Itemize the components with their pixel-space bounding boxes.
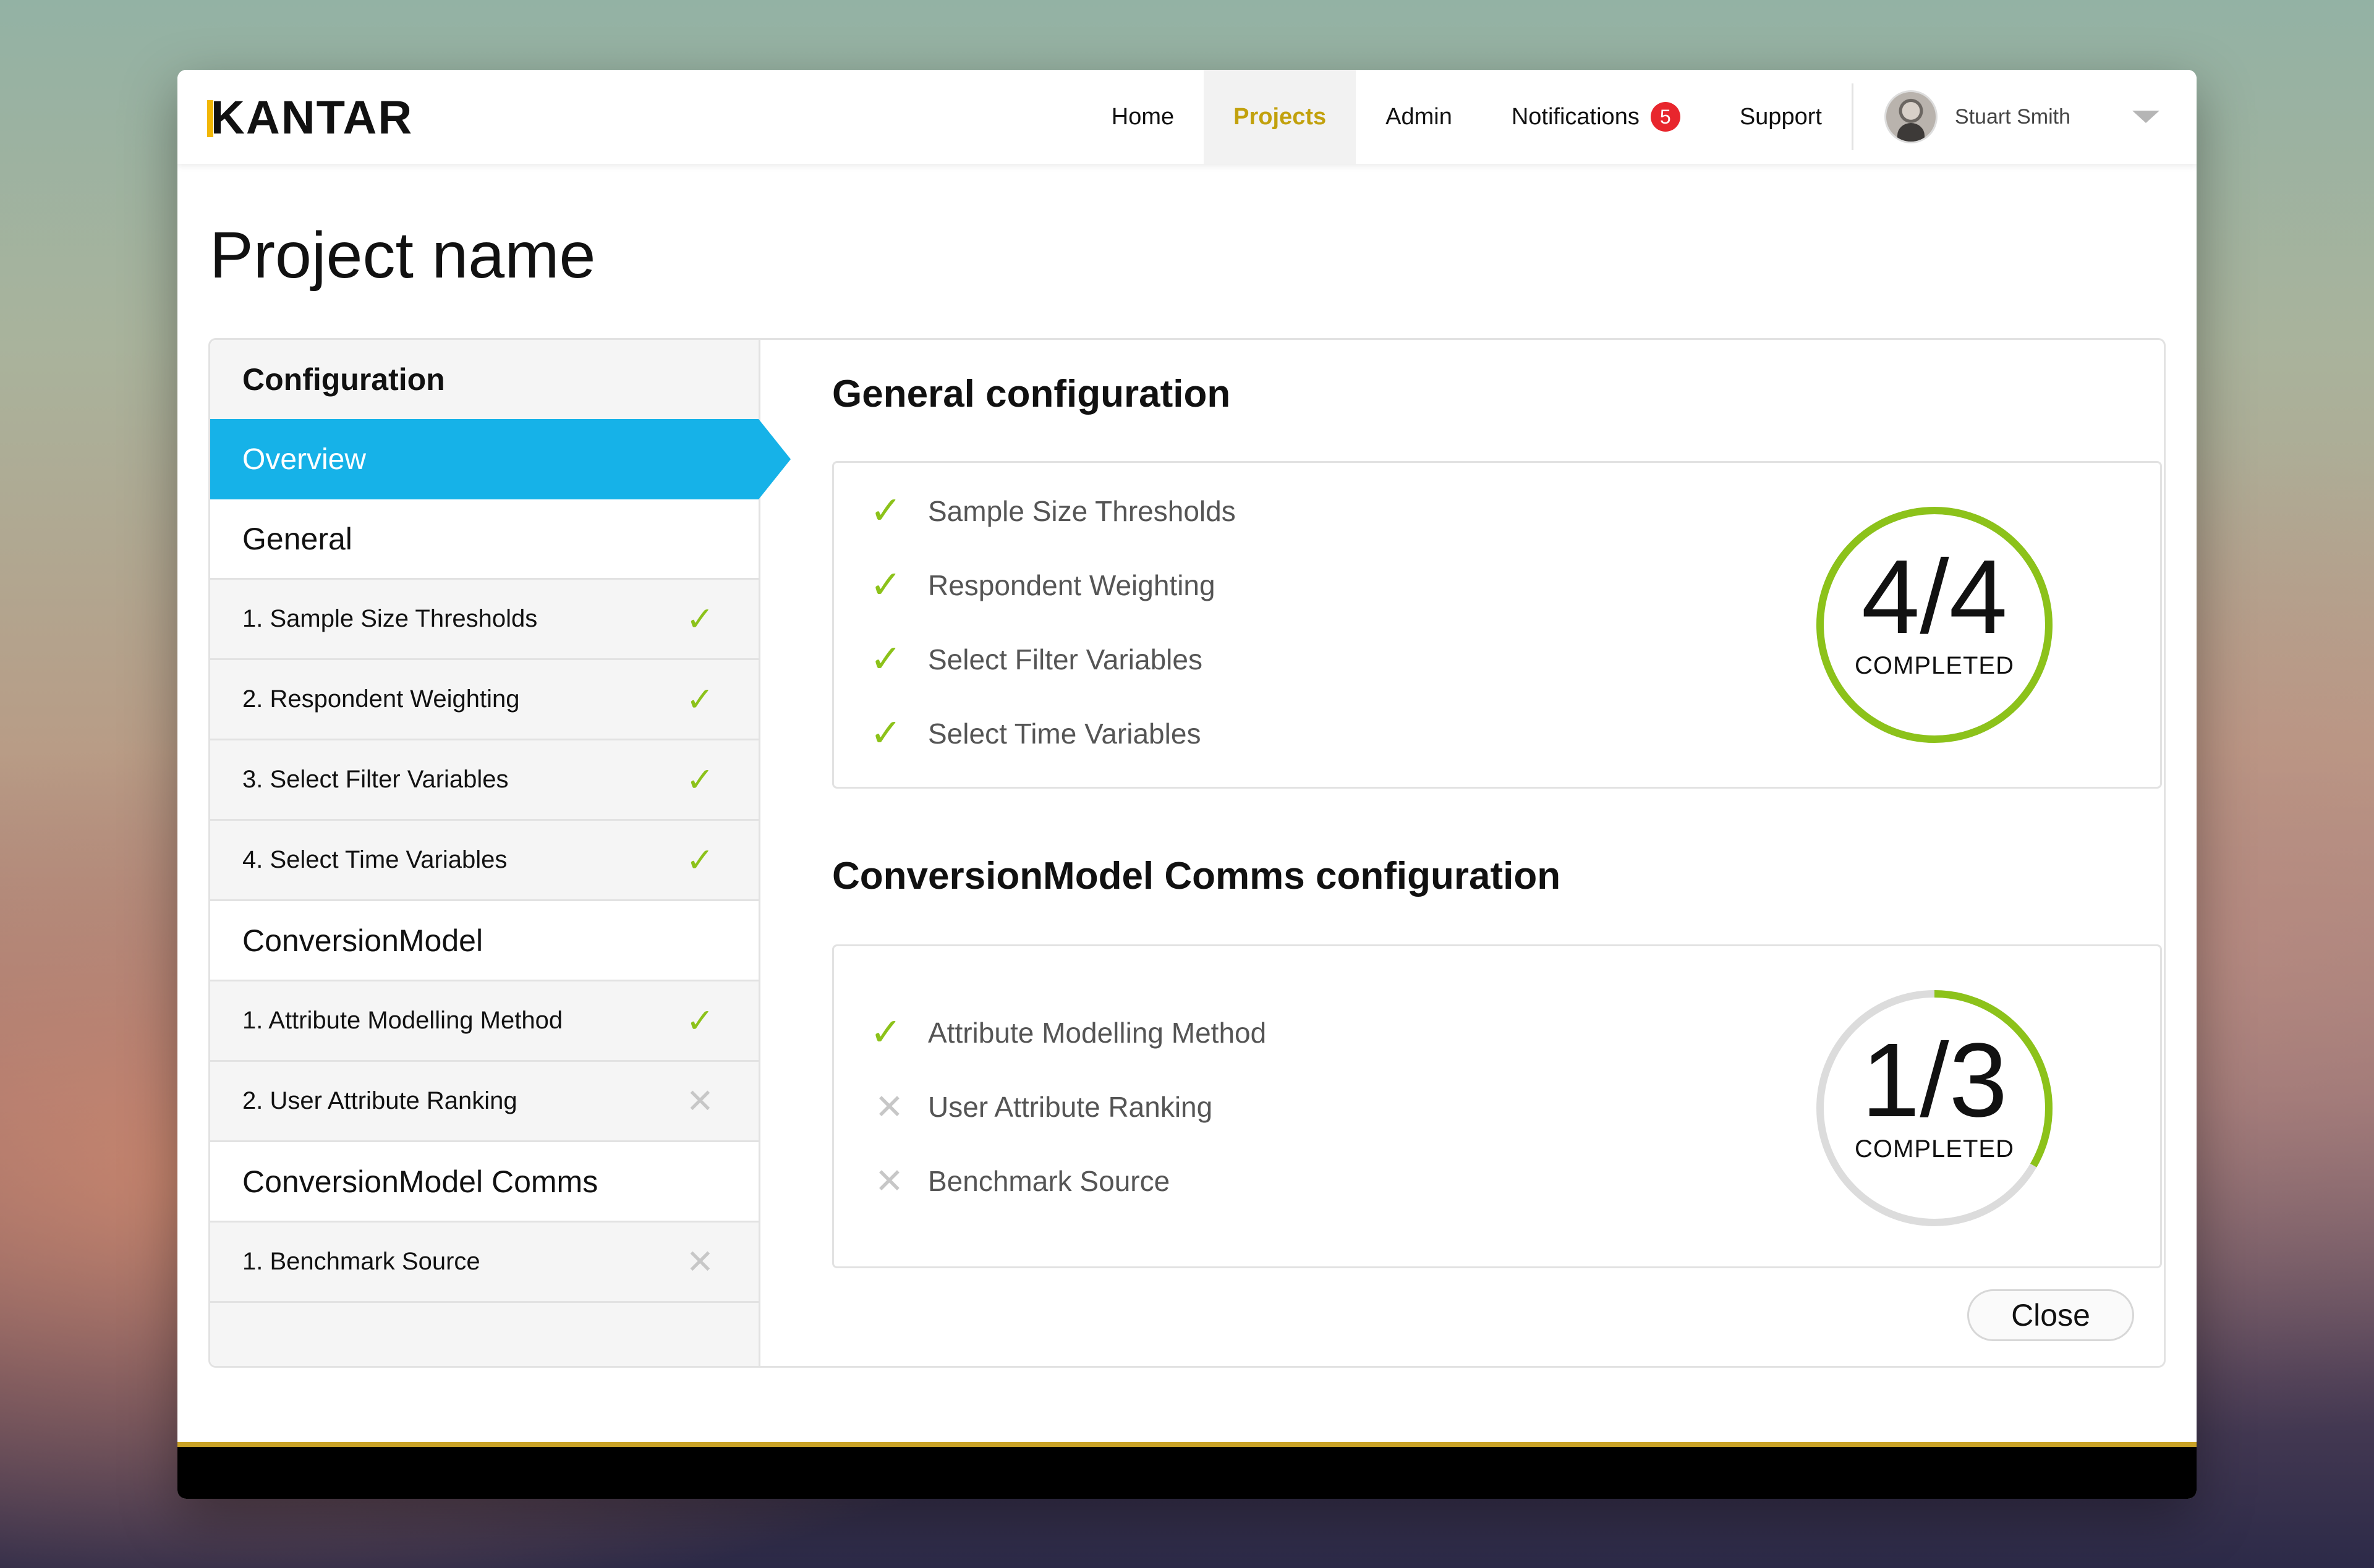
check-icon: ✓: [686, 761, 714, 799]
notification-badge: 5: [1650, 102, 1680, 132]
list-item-label: User Attribute Ranking: [928, 1091, 1213, 1123]
sidebar-item-label: 4. Select Time Variables: [242, 846, 508, 873]
check-icon: ✓: [870, 489, 902, 532]
list-item-label: Attribute Modelling Method: [928, 1017, 1267, 1049]
sidebar-item-select-time-variables[interactable]: 4. Select Time Variables ✓: [210, 821, 759, 901]
main-nav: Home Projects Admin Notifications 5 Supp…: [1082, 70, 2197, 164]
sidebar-item-label: 1. Benchmark Source: [242, 1248, 480, 1275]
check-icon: ✓: [870, 564, 902, 606]
check-icon: ✓: [870, 712, 902, 755]
completed-label: COMPLETED: [1855, 1135, 2014, 1163]
sidebar-item-label: 1. Attribute Modelling Method: [242, 1007, 563, 1034]
list-item-label: Select Time Variables: [928, 718, 1201, 750]
nav-home[interactable]: Home: [1082, 70, 1204, 164]
sidebar-item-label: 3. Select Filter Variables: [242, 766, 509, 793]
sidebar-heading: Configuration: [242, 362, 445, 397]
list-item-label: Respondent Weighting: [928, 569, 1215, 601]
sidebar-item-user-attribute-ranking[interactable]: 2. User Attribute Ranking ✕: [210, 1062, 759, 1142]
sidebar-item-overview[interactable]: Overview: [210, 419, 791, 499]
cross-icon: ✕: [686, 1243, 714, 1281]
section-title-general: General configuration: [832, 373, 1231, 415]
list-item: ✓ Select Time Variables: [870, 697, 1236, 771]
list-item: ✓ Respondent Weighting: [870, 548, 1236, 622]
sidebar-item-label: 2. Respondent Weighting: [242, 685, 520, 713]
sidebar-item-respondent-weighting[interactable]: 2. Respondent Weighting ✓: [210, 660, 759, 740]
general-checklist: ✓ Sample Size Thresholds ✓ Respondent Weig…: [870, 474, 1236, 771]
nav-projects-label: Projects: [1233, 103, 1327, 130]
check-icon: ✓: [870, 1011, 902, 1054]
check-icon: ✓: [686, 600, 714, 638]
sidebar-group-conversionmodel-comms: ConversionModel Comms: [210, 1142, 759, 1223]
nav-home-label: Home: [1111, 103, 1175, 130]
footer-bar: [177, 1442, 2197, 1499]
overview-content: General configuration ✓ Sample Size Thres…: [760, 340, 2164, 1366]
nav-support-label: Support: [1739, 103, 1822, 130]
completed-label: COMPLETED: [1855, 652, 2014, 679]
page-title: Project name: [210, 219, 596, 292]
chevron-down-icon[interactable]: [2132, 111, 2159, 123]
nav-admin[interactable]: Admin: [1356, 70, 1482, 164]
user-menu[interactable]: Stuart Smith: [1853, 70, 2197, 164]
comms-config-card: ✓ Attribute Modelling Method ✕ User Attrib…: [832, 944, 2162, 1268]
sidebar-item-select-filter-variables[interactable]: 3. Select Filter Variables ✓: [210, 740, 759, 821]
list-item: ✕ User Attribute Ranking: [870, 1070, 1266, 1144]
kantar-logo[interactable]: KANTAR: [207, 93, 413, 143]
nav-admin-label: Admin: [1385, 103, 1452, 130]
logo-accent-icon: [207, 100, 213, 137]
comms-checklist: ✓ Attribute Modelling Method ✕ User Attrib…: [870, 996, 1266, 1218]
logo-text: KANTAR: [211, 91, 414, 144]
check-icon: ✓: [686, 1002, 714, 1040]
sidebar-group-general: General: [210, 499, 759, 580]
general-config-card: ✓ Sample Size Thresholds ✓ Respondent Weig…: [832, 461, 2162, 789]
nav-notifications-label: Notifications: [1511, 103, 1640, 130]
completed-count: 1/3: [1861, 1022, 2008, 1139]
list-item-label: Select Filter Variables: [928, 643, 1202, 676]
sidebar-item-label: 2. User Attribute Ranking: [242, 1087, 517, 1114]
check-icon: ✓: [686, 680, 714, 718]
check-icon: ✓: [870, 638, 902, 680]
top-navigation-bar: KANTAR Home Projects Admin Notifications…: [177, 70, 2197, 164]
list-item-label: Benchmark Source: [928, 1165, 1170, 1197]
progress-ring-general: 4/4 COMPLETED: [1811, 501, 2058, 748]
sidebar-item-label: 1. Sample Size Thresholds: [242, 605, 538, 632]
project-config-panel: Configuration Overview General 1. Sample…: [208, 338, 2166, 1368]
list-item: ✓ Attribute Modelling Method: [870, 996, 1266, 1070]
progress-ring-comms: 1/3 COMPLETED: [1811, 985, 2058, 1232]
sidebar-item-benchmark-source[interactable]: 1. Benchmark Source ✕: [210, 1223, 759, 1303]
nav-projects[interactable]: Projects: [1204, 70, 1356, 164]
app-window: KANTAR Home Projects Admin Notifications…: [177, 70, 2197, 1499]
config-sidebar: Configuration Overview General 1. Sample…: [210, 340, 791, 1366]
sidebar-group-conversionmodel: ConversionModel: [210, 901, 759, 981]
user-name: Stuart Smith: [1954, 104, 2070, 129]
list-item: ✓ Select Filter Variables: [870, 622, 1236, 697]
cross-icon: ✕: [875, 1087, 904, 1126]
user-avatar: [1884, 90, 1938, 143]
close-button[interactable]: Close: [1967, 1289, 2134, 1341]
section-title-conversionmodel-comms: ConversionModel Comms configuration: [832, 855, 1561, 897]
sidebar-item-attribute-modelling-method[interactable]: 1. Attribute Modelling Method ✓: [210, 981, 759, 1062]
cross-icon: ✕: [686, 1082, 714, 1120]
completed-count: 4/4: [1861, 538, 2008, 656]
list-item: ✕ Benchmark Source: [870, 1144, 1266, 1218]
ring-text: 1/3 COMPLETED: [1811, 1028, 2058, 1163]
nav-support[interactable]: Support: [1710, 70, 1852, 164]
ring-text: 4/4 COMPLETED: [1811, 545, 2058, 680]
list-item: ✓ Sample Size Thresholds: [870, 474, 1236, 548]
sidebar-item-overview-label: Overview: [242, 443, 367, 476]
cross-icon: ✕: [875, 1161, 904, 1200]
check-icon: ✓: [686, 841, 714, 879]
nav-notifications[interactable]: Notifications 5: [1482, 70, 1710, 164]
list-item-label: Sample Size Thresholds: [928, 495, 1236, 527]
sidebar-item-sample-size-thresholds[interactable]: 1. Sample Size Thresholds ✓: [210, 580, 759, 660]
